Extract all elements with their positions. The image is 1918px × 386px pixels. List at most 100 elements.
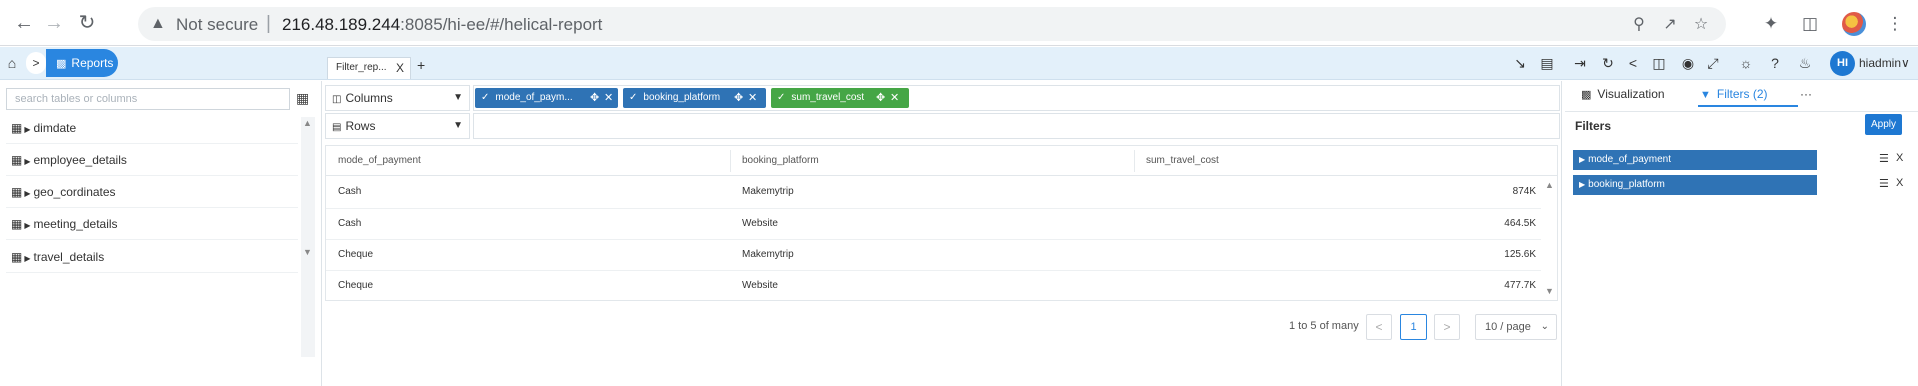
share-icon[interactable]: < [1623,53,1643,73]
chip-mode-of-payment[interactable]: ✓ mode_of_paym... ✥ ✕ [475,88,618,108]
share-icon[interactable]: ↗ [1660,15,1680,35]
back-arrow-icon[interactable]: ← [13,12,35,34]
profile-avatar[interactable] [1842,12,1866,36]
user-menu[interactable]: hiadmin∨ [1859,56,1910,70]
url-text[interactable]: 216.48.189.244:8085/hi-ee/#/helical-repo… [282,15,602,35]
column-header[interactable]: booking_platform [730,146,1134,176]
caret-right-icon[interactable]: ▶ [24,254,30,263]
preview-icon[interactable]: ◉ [1678,53,1698,73]
caret-down-icon[interactable]: ▼ [453,86,463,110]
move-icon[interactable]: ✥ [590,88,599,108]
page-size-select[interactable]: 10 / page ⌄ [1475,314,1557,340]
scroll-down-icon[interactable]: ▼ [1545,286,1554,296]
chart-icon[interactable]: ↘ [1510,53,1530,73]
properties-panel: ▩ Visualization ▼ Filters (2) ··· Filters … [1565,81,1918,386]
refresh-icon[interactable]: ↻ [1598,53,1618,73]
caret-right-icon[interactable]: ▶ [24,221,30,230]
table-cell: Makemytrip [742,186,794,197]
help-icon[interactable]: ? [1765,53,1785,73]
address-bar[interactable]: ▲ Not secure | 216.48.189.244:8085/hi-ee… [138,7,1726,41]
rows-icon: ▤ [332,122,342,133]
caret-right-icon[interactable]: ▶ [24,157,30,166]
table-cell: Website [742,218,778,229]
caret-right-icon[interactable]: ▶ [1579,155,1585,164]
next-page-button[interactable]: > [1434,314,1460,340]
columns-dropdown[interactable]: ◫ Columns ▼ [325,85,470,111]
table-item-travel-details[interactable]: ▦ ▶ travel_details [6,241,298,273]
filter-booking-platform[interactable]: ▶ booking_platform [1573,175,1817,195]
filter-mode-of-payment[interactable]: ▶ mode_of_payment [1573,150,1817,170]
prev-page-button[interactable]: < [1366,314,1392,340]
forward-arrow-icon[interactable]: → [43,12,65,34]
tab-filter-report[interactable]: Filter_rep... X [327,57,411,79]
column-header[interactable]: sum_travel_cost [1134,146,1557,176]
scroll-up-icon[interactable]: ▲ [303,118,312,128]
table-item-dimdate[interactable]: ▦ ▶ dimdate [6,112,298,144]
close-icon[interactable]: X [1896,177,1903,189]
rows-drop-area[interactable] [473,113,1560,139]
close-icon[interactable]: ✕ [604,88,613,108]
save-icon[interactable]: ▤ [1537,53,1557,73]
table-browser: search tables or columns ▦ ▦ ▶ dimdate ▦ ▶ e… [0,81,322,386]
caret-right-icon[interactable]: ▶ [24,125,30,134]
move-icon[interactable]: ✥ [734,88,743,108]
add-tab-button[interactable]: + [417,57,425,73]
caret-right-icon[interactable]: ▶ [1579,180,1585,189]
home-icon[interactable]: ⌂ [2,52,22,74]
bookmark-star-icon[interactable]: ☆ [1691,15,1711,35]
tab-visualization[interactable]: ▩ Visualization [1581,87,1665,101]
chip-booking-platform[interactable]: ✓ booking_platform ✥ ✕ [623,88,766,108]
scrollbar[interactable]: ▲ ▼ [301,117,315,357]
caret-down-icon[interactable]: ▼ [453,114,463,138]
table-scrollbar[interactable]: ▲ ▼ [1542,176,1557,300]
close-icon[interactable]: X [396,58,404,78]
app-header: ⌂ > ▩ Reports Filter_rep... X + ↘ ▤ ⇥ ↻ <… [0,47,1918,80]
table-item-meeting-details[interactable]: ▦ ▶ meeting_details [6,208,298,240]
close-icon[interactable]: X [1896,152,1903,164]
chip-sum-travel-cost[interactable]: ✓ sum_travel_cost ✥ ✕ [771,88,909,108]
lightbulb-icon[interactable]: ☼ [1736,53,1756,73]
table-icon: ▦ [11,250,23,264]
extensions-icon[interactable]: ✦ [1760,13,1782,35]
current-page-button[interactable]: 1 [1400,314,1427,340]
bell-icon[interactable]: ♨ [1795,53,1815,73]
browser-menu-icon[interactable]: ⋮ [1884,13,1906,35]
export-icon[interactable]: ⇥ [1570,53,1590,73]
rows-dropdown[interactable]: ▤ Rows ▼ [325,113,470,139]
layout-icon[interactable]: ◫ [1649,53,1669,73]
chevron-down-icon: ⌄ [1540,321,1549,332]
table-icon: ▦ [11,153,23,167]
user-avatar[interactable]: HI [1830,51,1855,76]
list-icon[interactable]: ☰ [1879,152,1889,165]
filters-heading: Filters [1575,119,1612,133]
list-icon[interactable]: ☰ [1879,177,1889,190]
breadcrumb-reports[interactable]: ▩ Reports [46,49,118,77]
caret-right-icon[interactable]: ▶ [24,189,30,198]
chart-icon: ▩ [1581,89,1592,101]
search-input[interactable]: search tables or columns [6,88,290,110]
move-icon[interactable]: ✥ [876,88,885,108]
divider [1565,111,1918,112]
scroll-up-icon[interactable]: ▲ [1545,180,1554,190]
table-icon: ▦ [11,185,23,199]
columns-drop-area[interactable]: ✓ mode_of_paym... ✥ ✕ ✓ booking_platform ✥… [473,85,1560,111]
scroll-down-icon[interactable]: ▼ [303,247,312,257]
table-cell: Makemytrip [742,249,794,260]
reload-icon[interactable]: ↻ [76,12,98,34]
tab-filters[interactable]: ▼ Filters (2) [1700,87,1768,101]
more-options-icon[interactable]: ··· [1800,87,1812,101]
zoom-icon[interactable]: ⚲ [1629,15,1649,35]
panel-divider [1561,81,1562,386]
column-divider [730,150,731,172]
table-item-geo-cordinates[interactable]: ▦ ▶ geo_cordinates [6,176,298,208]
grid-view-icon[interactable]: ▦ [296,90,309,107]
side-panel-icon[interactable]: ◫ [1799,13,1821,35]
chevron-right-icon[interactable]: > [26,52,46,74]
rows-shelf: ▤ Rows ▼ [325,113,1560,139]
column-header[interactable]: mode_of_payment [326,146,730,176]
table-item-employee-details[interactable]: ▦ ▶ employee_details [6,144,298,176]
close-icon[interactable]: ✕ [748,88,757,108]
fullscreen-icon[interactable]: ⤢ [1703,53,1723,73]
close-icon[interactable]: ✕ [890,88,899,108]
apply-button[interactable]: Apply [1865,114,1902,135]
